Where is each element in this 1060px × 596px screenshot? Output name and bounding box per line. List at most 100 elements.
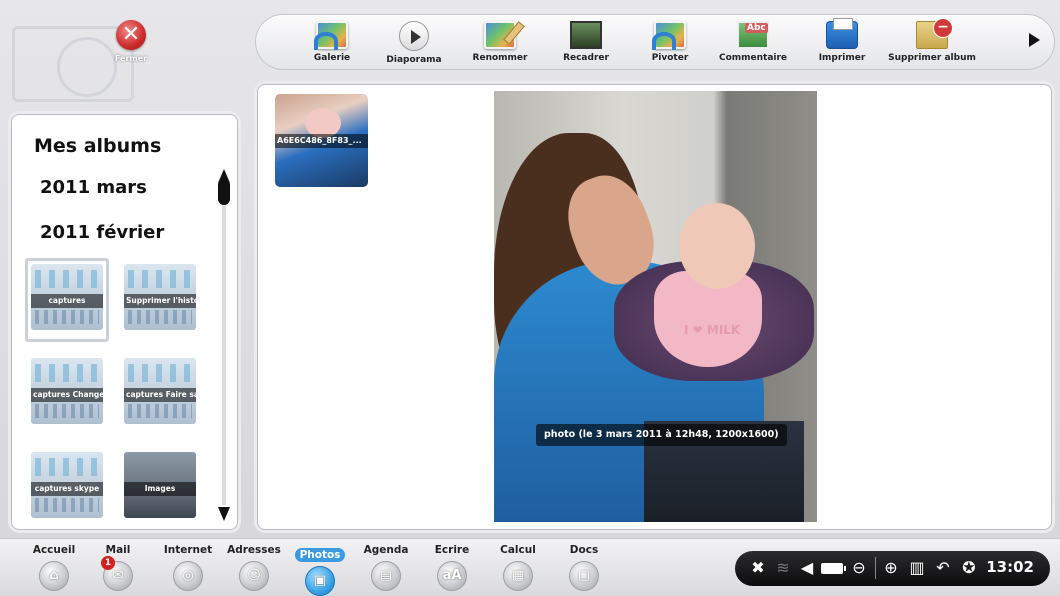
zoom-out-icon[interactable]: ⊖ (849, 557, 869, 579)
rotate-label: Pivoter (651, 53, 689, 63)
dock-item-ecrire[interactable]: Ecrire aA (422, 543, 482, 591)
dock-item-mail[interactable]: Mail ✉ 1 (88, 543, 148, 591)
dock-item-calcul[interactable]: Calcul ▦ (488, 543, 548, 591)
back-icon[interactable]: ↶ (933, 557, 953, 579)
scroll-thumb[interactable] (218, 179, 230, 205)
bib-text: I ❤ MILK (684, 323, 741, 337)
dock-item-adresses[interactable]: Adresses ☺ (224, 543, 284, 591)
comment-label: Commentaire (718, 53, 788, 63)
album-thumb-caption: captures Change... (31, 388, 103, 402)
album-thumb-caption: captures skype (31, 482, 103, 496)
globe-icon: ◎ (173, 561, 203, 591)
dock-label: Mail (105, 544, 131, 556)
albums-title: Mes albums (34, 135, 162, 157)
printer-icon (826, 18, 858, 49)
photo-thumbnail[interactable]: A6E6C486_8F83_... (275, 94, 368, 187)
thumb-preview (128, 364, 192, 382)
thumb-preview (35, 310, 99, 324)
print-label: Imprimer (818, 53, 866, 63)
thumb-preview (35, 270, 99, 288)
rotate-button[interactable]: Pivoter (640, 21, 700, 67)
album-thumb[interactable]: captures (31, 264, 103, 330)
dock-label: Adresses (227, 544, 281, 556)
album-year-2011-fevrier[interactable]: 2011 février (40, 222, 164, 243)
thumb-preview (35, 364, 99, 382)
album-thumb-caption: Images (124, 482, 196, 496)
delete-album-label: Supprimer album (888, 53, 976, 63)
delete-album-button[interactable]: Supprimer album (882, 18, 982, 67)
rename-button[interactable]: Renommer (470, 21, 530, 67)
gallery-button[interactable]: Galerie (308, 21, 356, 67)
album-thumb[interactable]: Supprimer l'histo... (124, 264, 196, 330)
tools-icon[interactable]: ✖ (747, 557, 769, 579)
rename-icon (484, 21, 516, 49)
album-thumb[interactable]: captures Faire sa... (124, 358, 196, 424)
thumb-preview (35, 498, 99, 512)
album-thumb-caption: captures (31, 294, 103, 308)
crop-label: Recadrer (563, 53, 609, 63)
print-button[interactable]: Imprimer (812, 18, 872, 67)
main-photo[interactable]: I ❤ MILK photo (le 3 mars 2011 à 12h48, … (494, 91, 817, 522)
rename-label: Renommer (472, 53, 528, 63)
toolbar-next-arrow-icon[interactable] (1029, 33, 1040, 47)
comment-icon-text: Abc (745, 23, 768, 33)
album-thumb-caption: captures Faire sa... (124, 388, 196, 402)
delete-album-icon (916, 18, 953, 49)
rotate-icon (652, 21, 686, 50)
gallery-label: Galerie (313, 53, 351, 63)
dock-label: Accueil (32, 544, 76, 556)
comment-button[interactable]: Abc Commentaire (718, 21, 788, 67)
dock-item-accueil[interactable]: Accueil ⌂ (24, 543, 84, 591)
dock-item-agenda[interactable]: Agenda ▤ (356, 543, 416, 591)
clock: 13:02 (986, 558, 1034, 576)
dock-label: Ecrire (434, 544, 470, 556)
crop-button[interactable]: Recadrer (556, 21, 616, 67)
trash-icon[interactable]: ▥ (907, 557, 927, 579)
dock-item-photos[interactable]: Photos ▣ (290, 543, 350, 596)
write-icon: aA (437, 561, 467, 591)
thumb-preview (35, 458, 99, 476)
battery-icon[interactable] (821, 563, 846, 574)
zoom-in-icon[interactable]: ⊕ (881, 557, 901, 579)
play-icon (399, 21, 429, 51)
album-thumb[interactable]: captures skype (31, 452, 103, 518)
wifi-icon[interactable]: ≋ (773, 557, 793, 579)
system-tray: ✖ ≋ ◀ ⊖ ⊕ ▥ ↶ ✪ 13:02 (735, 551, 1050, 586)
agenda-icon: ▤ (371, 561, 401, 591)
dock-item-internet[interactable]: Internet ◎ (158, 543, 218, 591)
help-icon[interactable]: ✪ (959, 557, 979, 579)
thumb-preview (128, 270, 192, 288)
calculator-icon: ▦ (503, 561, 533, 591)
dock-label: Internet (163, 544, 213, 556)
photo-viewer: A6E6C486_8F83_... I ❤ MILK photo (le 3 m… (257, 84, 1052, 530)
thumb-preview (128, 310, 192, 324)
slideshow-label: Diaporama (386, 55, 442, 65)
dock-label: Docs (569, 544, 599, 556)
dock-item-docs[interactable]: Docs ▢ (554, 543, 614, 591)
scroll-track[interactable] (222, 183, 226, 505)
thumb-preview (128, 404, 192, 418)
album-thumb[interactable]: captures Change... (31, 358, 103, 424)
thumb-preview (35, 404, 99, 418)
albums-scrollbar[interactable] (217, 169, 231, 521)
mail-icon: ✉ 1 (101, 556, 133, 591)
contacts-icon: ☺ (239, 561, 269, 591)
crop-icon (570, 21, 602, 49)
close-icon: ✕ (116, 20, 146, 50)
dock-label: Photos (294, 548, 346, 562)
album-thumb[interactable]: Images (124, 452, 196, 518)
comment-icon: Abc (737, 21, 769, 49)
slideshow-button[interactable]: Diaporama (384, 21, 444, 67)
scroll-down-arrow-icon[interactable] (218, 507, 230, 521)
tray-separator (875, 557, 876, 579)
album-year-2011-mars[interactable]: 2011 mars (40, 177, 147, 198)
dock-label: Agenda (363, 544, 409, 556)
photo-thumbnail-caption: A6E6C486_8F83_... (275, 134, 368, 148)
album-thumb-caption: Supprimer l'histo... (124, 294, 196, 308)
volume-icon[interactable]: ◀ (797, 557, 817, 579)
photo-toolbar: Galerie Diaporama Renommer Recadrer Pivo… (255, 14, 1055, 70)
photo-caption: photo (le 3 mars 2011 à 12h48, 1200x1600… (536, 424, 787, 446)
photo-content (679, 203, 755, 289)
photos-icon: ▣ (305, 566, 335, 596)
close-button[interactable]: ✕ Fermer (108, 20, 154, 70)
